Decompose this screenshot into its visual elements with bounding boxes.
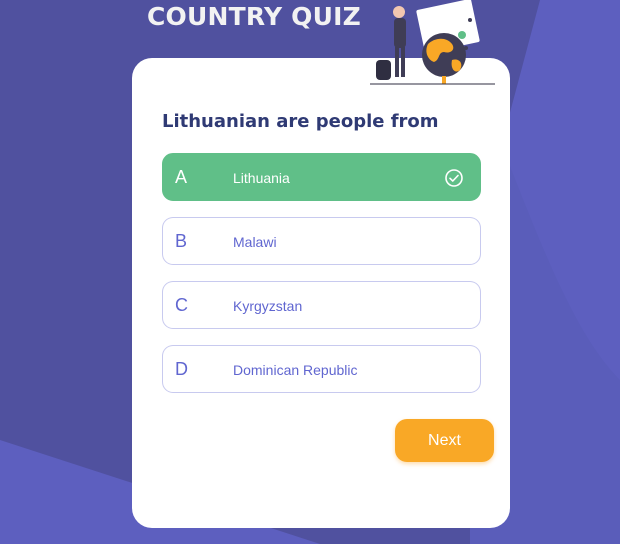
option-letter: C (175, 295, 188, 315)
option-label: Kyrgyzstan (233, 298, 303, 314)
answer-options: A Lithuania B Malawi C Kyrgyzstan D Domi… (162, 153, 481, 409)
option-letter: A (175, 167, 188, 187)
option-label: Malawi (233, 234, 277, 250)
quiz-card: Lithuanian are people from A Lithuania B… (132, 58, 510, 528)
check-circle-icon (445, 169, 463, 187)
option-label: Dominican Republic (233, 362, 358, 378)
answer-option-a[interactable]: A Lithuania (162, 153, 481, 201)
option-letter: D (175, 359, 188, 379)
traveler-globe-illustration (370, 0, 495, 85)
answer-option-b[interactable]: B Malawi (162, 217, 481, 265)
question-text: Lithuanian are people from (162, 111, 439, 132)
answer-option-d[interactable]: D Dominican Republic (162, 345, 481, 393)
page-title: COUNTRY QUIZ (147, 2, 361, 31)
answer-option-c[interactable]: C Kyrgyzstan (162, 281, 481, 329)
next-button[interactable]: Next (395, 419, 494, 462)
option-label: Lithuania (233, 170, 290, 186)
option-letter: B (175, 231, 188, 251)
